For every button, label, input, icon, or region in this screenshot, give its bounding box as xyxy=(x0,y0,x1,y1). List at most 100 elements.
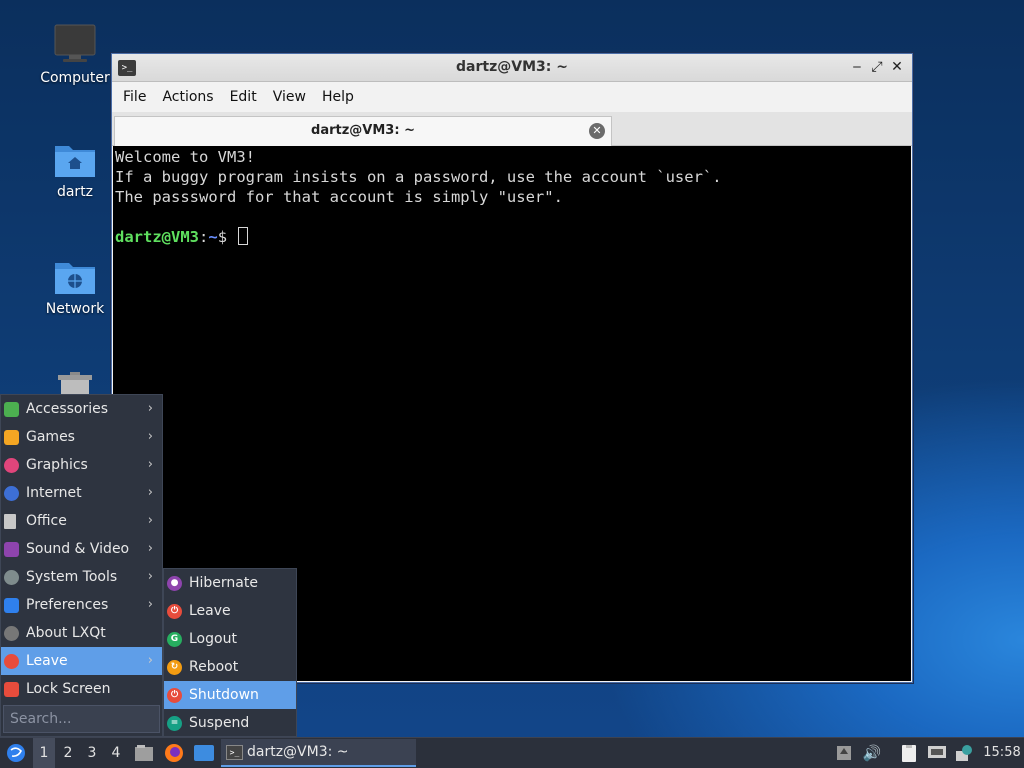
menu-item-games[interactable]: Games › xyxy=(1,423,162,451)
desktop-switch-3[interactable]: 3 xyxy=(81,738,103,768)
chevron-right-icon: › xyxy=(147,401,153,416)
start-menu: Accessories › Games › Graphics › Interne… xyxy=(0,394,163,737)
menu-item-sound-video[interactable]: Sound & Video › xyxy=(1,535,162,563)
lxqt-logo-icon xyxy=(7,744,25,762)
menu-item-lock-screen[interactable]: Lock Screen xyxy=(1,675,162,703)
chevron-right-icon: › xyxy=(147,541,153,556)
tray-network-icon[interactable] xyxy=(926,738,948,768)
terminal-line: Welcome to VM3! xyxy=(115,148,255,166)
desktop-switch-1[interactable]: 1 xyxy=(33,738,55,768)
power-icon xyxy=(4,654,19,669)
submenu-item-logout[interactable]: G Logout xyxy=(164,625,296,653)
submenu-item-suspend[interactable]: = Suspend xyxy=(164,709,296,737)
submenu-item-reboot[interactable]: ↻ Reboot xyxy=(164,653,296,681)
menu-item-office[interactable]: Office › xyxy=(1,507,162,535)
prompt-path: ~ xyxy=(208,228,218,246)
menu-edit[interactable]: Edit xyxy=(222,89,265,105)
submenu-item-label: Shutdown xyxy=(189,687,259,703)
menu-view[interactable]: View xyxy=(265,89,314,105)
menu-item-preferences[interactable]: Preferences › xyxy=(1,591,162,619)
menu-file[interactable]: File xyxy=(115,89,154,105)
internet-icon xyxy=(4,486,19,501)
menu-item-label: Leave xyxy=(26,653,68,669)
desktop-icon-home[interactable]: dartz xyxy=(30,140,120,200)
terminal-app-icon: >_ xyxy=(226,745,243,760)
chevron-right-icon: › xyxy=(147,513,153,528)
tray-notification-icon[interactable] xyxy=(954,738,974,768)
submenu-item-hibernate[interactable]: ● Hibernate xyxy=(164,569,296,597)
submenu-item-label: Leave xyxy=(189,603,231,619)
reboot-icon: ↻ xyxy=(167,660,182,675)
terminal-cursor xyxy=(238,227,249,245)
terminal-line: The passsword for that account is simply… xyxy=(115,188,563,206)
tab-close-icon[interactable]: ✕ xyxy=(589,123,605,139)
maximize-button[interactable]: ⤢ xyxy=(868,58,886,76)
menu-item-about[interactable]: About LXQt xyxy=(1,619,162,647)
menu-item-graphics[interactable]: Graphics › xyxy=(1,451,162,479)
submenu-item-leave[interactable]: ⏻ Leave xyxy=(164,597,296,625)
menu-item-internet[interactable]: Internet › xyxy=(1,479,162,507)
submenu-item-label: Suspend xyxy=(189,715,250,731)
lock-icon xyxy=(4,682,19,697)
desktop-icon-computer[interactable]: Computer xyxy=(30,24,120,86)
desktop-switch-2[interactable]: 2 xyxy=(57,738,79,768)
minimize-button[interactable]: ‒ xyxy=(848,58,866,76)
prompt-user: dartz@VM3 xyxy=(115,228,199,246)
submenu-item-shutdown[interactable]: ⏻ Shutdown xyxy=(164,681,296,709)
submenu-item-label: Hibernate xyxy=(189,575,258,591)
tray-clipboard-icon[interactable] xyxy=(899,738,919,768)
file-manager-launcher[interactable] xyxy=(133,738,155,768)
desktop-icon-network[interactable]: Network xyxy=(30,257,120,317)
trash-icon xyxy=(58,372,92,396)
submenu-item-label: Reboot xyxy=(189,659,239,675)
leave-submenu: ● Hibernate ⏻ Leave G Logout ↻ Reboot ⏻ … xyxy=(163,568,297,737)
file-manager-icon xyxy=(135,745,153,761)
tab-bar: dartz@VM3: ~ ✕ xyxy=(112,112,912,146)
menu-item-label: Accessories xyxy=(26,401,109,417)
menu-item-label: Games xyxy=(26,429,75,445)
menu-search-input[interactable]: Search... xyxy=(3,705,160,733)
window-menubar: File Actions Edit View Help xyxy=(112,82,912,112)
office-icon xyxy=(4,514,16,529)
menu-item-label: Lock Screen xyxy=(26,681,111,697)
tab-label: dartz@VM3: ~ xyxy=(311,123,415,138)
preferences-icon xyxy=(4,598,19,613)
menu-item-label: Sound & Video xyxy=(26,541,130,557)
firefox-icon xyxy=(165,744,183,762)
show-desktop-button[interactable] xyxy=(192,738,216,768)
chevron-right-icon: › xyxy=(147,597,153,612)
chevron-right-icon: › xyxy=(147,429,153,444)
start-menu-button[interactable] xyxy=(4,738,28,768)
submenu-item-label: Logout xyxy=(189,631,237,647)
desktop-switch-4[interactable]: 4 xyxy=(105,738,127,768)
accessories-icon xyxy=(4,402,19,417)
desktop-icon-label: dartz xyxy=(56,184,94,200)
menu-item-label: Office xyxy=(26,513,67,529)
menu-item-label: System Tools xyxy=(26,569,118,585)
graphics-icon xyxy=(4,458,19,473)
firefox-launcher[interactable] xyxy=(162,738,186,768)
menu-item-accessories[interactable]: Accessories › xyxy=(1,395,162,423)
chevron-right-icon: › xyxy=(147,485,153,500)
clock[interactable]: 15:58 xyxy=(980,738,1024,768)
prompt-symbol: $ xyxy=(217,228,237,246)
games-icon xyxy=(4,430,19,445)
tray-volume-icon[interactable]: 🔊 xyxy=(862,738,882,768)
tray-updates-icon[interactable] xyxy=(834,738,854,768)
chevron-right-icon: › xyxy=(147,653,153,668)
menu-item-leave[interactable]: Leave › xyxy=(1,647,162,675)
window-titlebar[interactable]: >_ dartz@VM3: ~ ‒ ⤢ ✕ xyxy=(112,54,912,82)
tab-terminal[interactable]: dartz@VM3: ~ ✕ xyxy=(114,116,612,146)
menu-actions[interactable]: Actions xyxy=(154,89,221,105)
menu-item-system-tools[interactable]: System Tools › xyxy=(1,563,162,591)
suspend-icon: = xyxy=(167,716,182,731)
logout-icon: G xyxy=(167,632,182,647)
power-icon: ⏻ xyxy=(167,604,182,619)
taskbar-task-terminal[interactable]: >_ dartz@VM3: ~ xyxy=(221,739,416,767)
taskbar: 1 2 3 4 >_ dartz@VM3: ~ 🔊 15:58 xyxy=(0,737,1024,768)
close-button[interactable]: ✕ xyxy=(888,58,906,76)
info-icon xyxy=(4,626,19,641)
prompt-sep: : xyxy=(199,228,209,246)
menu-help[interactable]: Help xyxy=(314,89,362,105)
